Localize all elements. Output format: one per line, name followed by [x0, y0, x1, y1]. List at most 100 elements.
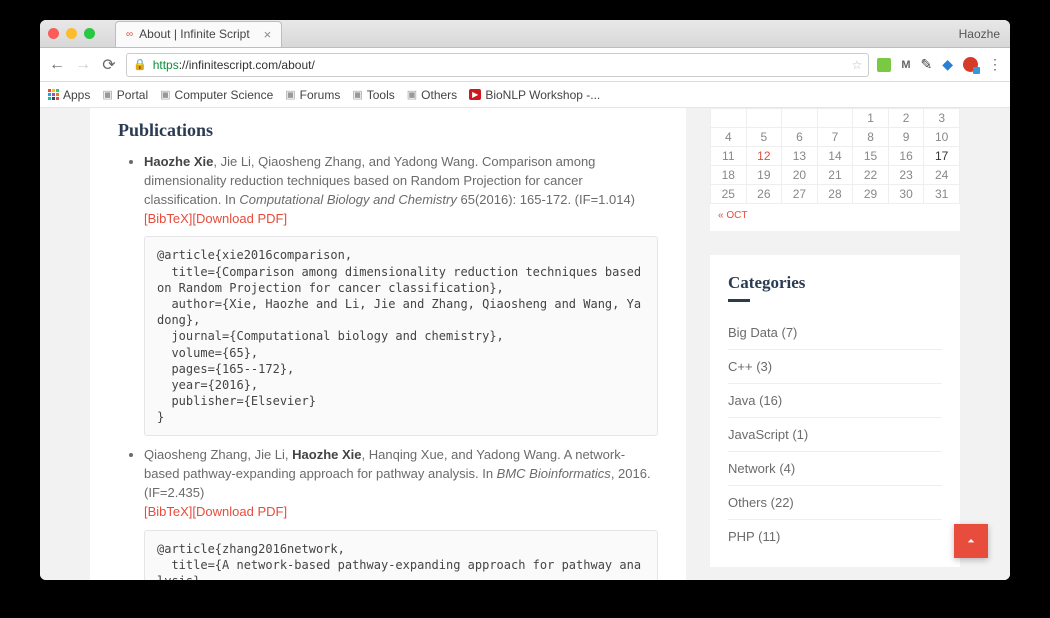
calendar-day[interactable]: 23 — [888, 166, 924, 185]
bibtex-block: @article{xie2016comparison, title={Compa… — [144, 236, 658, 436]
maximize-icon[interactable] — [84, 28, 95, 39]
favicon-icon: ∞ — [126, 29, 133, 40]
calendar-day[interactable]: 27 — [782, 185, 818, 204]
gmail-icon[interactable]: M — [901, 59, 910, 71]
bookmark-folder-tools[interactable]: ▣Tools — [352, 88, 394, 102]
calendar-day[interactable]: 15 — [853, 147, 889, 166]
calendar-day — [782, 109, 818, 128]
calendar-day[interactable]: 28 — [817, 185, 853, 204]
calendar-day[interactable]: 16 — [888, 147, 924, 166]
back-button[interactable]: ← — [48, 56, 66, 74]
category-item[interactable]: C++ (3) — [728, 350, 942, 384]
categories-heading: Categories — [728, 273, 942, 293]
calendar-day[interactable]: 5 — [746, 128, 782, 147]
category-name: Others — [728, 495, 767, 510]
youtube-icon: ▶ — [469, 89, 481, 100]
bookmark-star-icon[interactable]: ☆ — [852, 58, 863, 72]
url-text: https://infinitescript.com/about/ — [153, 58, 846, 72]
category-item[interactable]: PHP (11) — [728, 520, 942, 553]
calendar-day[interactable]: 8 — [853, 128, 889, 147]
folder-icon: ▣ — [285, 88, 295, 101]
menu-icon[interactable]: ⋮ — [988, 56, 1002, 73]
calendar-day[interactable]: 6 — [782, 128, 818, 147]
calendar-day[interactable]: 2 — [888, 109, 924, 128]
extension-icon[interactable] — [877, 58, 891, 72]
download-pdf-link[interactable]: [Download PDF] — [192, 504, 287, 519]
bookmark-folder-cs[interactable]: ▣Computer Science — [160, 88, 273, 102]
calendar-day[interactable]: 22 — [853, 166, 889, 185]
bookmark-bionlp[interactable]: ▶BioNLP Workshop -... — [469, 88, 600, 102]
profile-name[interactable]: Haozhe — [959, 27, 1000, 41]
adblock-icon[interactable] — [963, 57, 978, 72]
calendar-day[interactable]: 18 — [711, 166, 747, 185]
calendar-prev-link[interactable]: « OCT — [710, 204, 960, 221]
category-count: (1) — [792, 427, 808, 442]
category-name: Network — [728, 461, 776, 476]
bookmark-folder-portal[interactable]: ▣Portal — [102, 88, 148, 102]
page-content: Publications Haozhe Xie, Jie Li, Qiaoshe… — [40, 108, 1010, 580]
reload-button[interactable]: ⟳ — [100, 55, 118, 75]
author-highlight: Haozhe Xie — [292, 447, 361, 462]
calendar-day — [746, 109, 782, 128]
journal-name: BMC Bioinformatics — [497, 466, 611, 481]
titlebar: ∞ About | Infinite Script × Haozhe — [40, 20, 1010, 48]
calendar-day[interactable]: 30 — [888, 185, 924, 204]
calendar-day[interactable]: 10 — [924, 128, 960, 147]
folder-icon: ▣ — [102, 88, 112, 101]
category-item[interactable]: Big Data (7) — [728, 316, 942, 350]
extensions: M ✎ ◆ ⋮ — [877, 56, 1002, 73]
bookmark-folder-forums[interactable]: ▣Forums — [285, 88, 340, 102]
calendar-day[interactable]: 24 — [924, 166, 960, 185]
address-bar[interactable]: 🔒 https://infinitescript.com/about/ ☆ — [126, 53, 869, 77]
bibtex-link[interactable]: [BibTeX] — [144, 211, 192, 226]
chevron-up-icon — [963, 533, 979, 549]
close-tab-icon[interactable]: × — [264, 27, 272, 42]
lock-icon: 🔒 — [133, 58, 147, 71]
category-item[interactable]: Network (4) — [728, 452, 942, 486]
category-item[interactable]: Others (22) — [728, 486, 942, 520]
category-count: (3) — [756, 359, 772, 374]
calendar-day[interactable]: 9 — [888, 128, 924, 147]
publication-item: Qiaosheng Zhang, Jie Li, Haozhe Xie, Han… — [144, 446, 658, 580]
author-highlight: Haozhe Xie — [144, 154, 213, 169]
scroll-top-button[interactable] — [954, 524, 988, 558]
calendar-day[interactable]: 3 — [924, 109, 960, 128]
minimize-icon[interactable] — [66, 28, 77, 39]
calendar-day — [711, 109, 747, 128]
bibtex-block: @article{zhang2016network, title={A netw… — [144, 530, 658, 580]
evernote-icon[interactable]: ✎ — [920, 56, 932, 73]
category-name: JavaScript — [728, 427, 789, 442]
bibtex-link[interactable]: [BibTeX] — [144, 504, 192, 519]
close-icon[interactable] — [48, 28, 59, 39]
calendar-day[interactable]: 13 — [782, 147, 818, 166]
calendar-day[interactable]: 7 — [817, 128, 853, 147]
category-count: (16) — [759, 393, 782, 408]
calendar-day[interactable]: 14 — [817, 147, 853, 166]
heading-underline — [728, 299, 750, 302]
forward-button: → — [74, 56, 92, 74]
calendar-day[interactable]: 29 — [853, 185, 889, 204]
calendar-day[interactable]: 26 — [746, 185, 782, 204]
bookmark-folder-others[interactable]: ▣Others — [407, 88, 457, 102]
folder-icon: ▣ — [160, 88, 170, 101]
bookmarks-bar: Apps ▣Portal ▣Computer Science ▣Forums ▣… — [40, 82, 1010, 108]
calendar-day[interactable]: 11 — [711, 147, 747, 166]
browser-tab[interactable]: ∞ About | Infinite Script × — [115, 21, 282, 47]
calendar-day[interactable]: 31 — [924, 185, 960, 204]
category-count: (11) — [758, 529, 780, 544]
calendar-day[interactable]: 19 — [746, 166, 782, 185]
calendar-day[interactable]: 20 — [782, 166, 818, 185]
extension-icon[interactable]: ◆ — [942, 56, 953, 73]
download-pdf-link[interactable]: [Download PDF] — [192, 211, 287, 226]
folder-icon: ▣ — [352, 88, 362, 101]
calendar-day[interactable]: 21 — [817, 166, 853, 185]
calendar-day[interactable]: 17 — [924, 147, 960, 166]
calendar-day[interactable]: 25 — [711, 185, 747, 204]
category-item[interactable]: Java (16) — [728, 384, 942, 418]
category-item[interactable]: JavaScript (1) — [728, 418, 942, 452]
calendar-day[interactable]: 12 — [746, 147, 782, 166]
calendar-day[interactable]: 4 — [711, 128, 747, 147]
calendar-day[interactable]: 1 — [853, 109, 889, 128]
apps-button[interactable]: Apps — [48, 88, 90, 102]
calendar-day — [817, 109, 853, 128]
